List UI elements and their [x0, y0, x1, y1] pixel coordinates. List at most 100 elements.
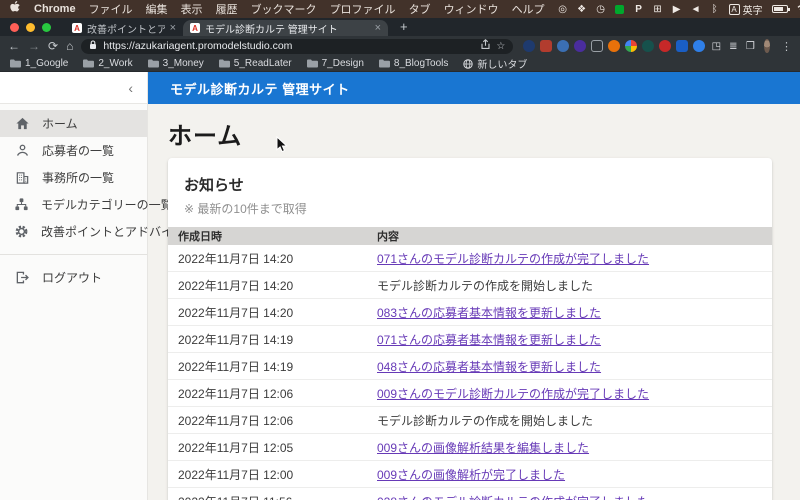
sidebar-item-model-categories[interactable]: モデルカテゴリーの一覧 — [0, 191, 147, 218]
row-content-link[interactable]: 071さんの応募者基本情報を更新しました — [377, 333, 601, 347]
parallels-icon[interactable]: P — [634, 3, 644, 15]
window-controls — [10, 18, 51, 36]
sidebar-item-applicants[interactable]: 応募者の一覧 — [0, 137, 147, 164]
home-icon-toolbar[interactable]: ⌂ — [66, 40, 73, 52]
puzzle-icon[interactable]: ◳ — [710, 40, 722, 52]
purple-ext-icon[interactable] — [574, 40, 586, 52]
playlist-icon[interactable]: ≣ — [727, 40, 739, 52]
tab-karte-admin[interactable]: Aモデル診断カルテ 管理サイト× — [183, 20, 388, 36]
google-icon[interactable] — [625, 40, 637, 52]
row-content-link[interactable]: 009さんの画像解析が完了しました — [377, 468, 565, 482]
menubar-menu-item[interactable]: 履歴 — [216, 1, 238, 17]
row-content-link[interactable]: 048さんの応募者基本情報を更新しました — [377, 360, 601, 374]
row-date: 2022年11月7日 12:06 — [168, 385, 367, 402]
main-area: モデル診断カルテ 管理サイト ホーム お知らせ ※ 最新の10件まで取得 作成日… — [148, 72, 800, 500]
menubar-menu-item[interactable]: プロファイル — [330, 1, 396, 17]
box-icon[interactable]: ❒ — [744, 40, 756, 52]
abp-icon[interactable] — [659, 40, 671, 52]
tab-bar: A改善ポイントとアドバイス | AZU×Aモデル診断カルテ 管理サイト× + — [0, 18, 800, 36]
url-text[interactable]: https://azukariagent.promodelstudio.com — [103, 40, 475, 52]
bluetooth-icon[interactable]: ᛒ — [710, 3, 720, 15]
s-ext-icon[interactable] — [557, 40, 569, 52]
sidebar-item-home[interactable]: ホーム — [0, 110, 147, 137]
bookmark-item[interactable]: 8_BlogTools — [379, 58, 448, 69]
minimize-window-button[interactable] — [26, 23, 35, 32]
table-header-content: 内容 — [367, 228, 772, 244]
close-icon[interactable]: × — [170, 22, 176, 34]
chevron-left-icon[interactable]: ‹ — [128, 80, 133, 96]
folder-icon — [148, 59, 159, 68]
onepassword-icon[interactable] — [523, 40, 535, 52]
frame-icon[interactable] — [591, 40, 603, 52]
row-content-link[interactable]: 028さんのモデル診断カルテの作成が完了しました — [377, 495, 649, 500]
menubar-menu-item[interactable]: 表示 — [181, 1, 203, 17]
grid-icon[interactable]: ⊞ — [653, 3, 663, 15]
orange-ext-icon[interactable] — [608, 40, 620, 52]
forward-icon[interactable]: → — [28, 40, 40, 52]
share-icon[interactable] — [481, 39, 490, 53]
blue-square-icon[interactable] — [676, 40, 688, 52]
sidebar-item-advice[interactable]: 改善ポイントとアドバイス — [0, 218, 147, 245]
bookmark-item[interactable]: 7_Design — [307, 58, 364, 69]
notice-table: 作成日時 内容 2022年11月7日 14:20071さんのモデル診断カルテの作… — [168, 227, 772, 500]
sidebar-item-logout[interactable]: ログアウト — [0, 264, 147, 291]
dropbox-icon[interactable]: ❖ — [577, 3, 587, 15]
red-ext-icon[interactable] — [540, 40, 552, 52]
folder-icon — [219, 59, 230, 68]
notice-note: ※ 最新の10件まで取得 — [184, 200, 756, 217]
bookmark-item[interactable]: 新しいタブ — [463, 56, 527, 71]
teal-ext-icon[interactable] — [642, 40, 654, 52]
reload-icon[interactable]: ⟳ — [48, 40, 58, 52]
row-date: 2022年11月7日 11:56 — [168, 493, 367, 500]
screen: Chrome ファイル編集表示履歴ブックマークプロファイルタブウィンドウヘルプ … — [0, 0, 800, 500]
menubar-menu-item[interactable]: 編集 — [146, 1, 168, 17]
menubar-menu-item[interactable]: ウィンドウ — [444, 1, 499, 17]
zoom-window-button[interactable] — [42, 23, 51, 32]
table-header-date: 作成日時 — [168, 228, 367, 244]
clock-icon[interactable]: ◷ — [596, 3, 606, 15]
blue-circle-icon[interactable] — [693, 40, 705, 52]
home-icon — [14, 116, 30, 132]
row-content-link[interactable]: 071さんのモデル診断カルテの作成が完了しました — [377, 252, 649, 266]
tab-advice[interactable]: A改善ポイントとアドバイス | AZU× — [65, 20, 183, 36]
bookmark-item[interactable]: 2_Work — [83, 58, 132, 69]
menubar-menu-item[interactable]: ヘルプ — [512, 1, 545, 17]
menubar-menu-item[interactable]: ブックマーク — [251, 1, 317, 17]
row-content-link[interactable]: 009さんのモデル診断カルテの作成が完了しました — [377, 387, 649, 401]
back-icon[interactable]: ← — [8, 40, 20, 52]
table-row: 2022年11月7日 14:20071さんのモデル診断カルテの作成が完了しました — [168, 245, 772, 272]
menubar-status-area: ◎❖◷P⊞▶◄ᛒ A英字 12月23日(金) 14:36 — [558, 2, 800, 17]
record-icon[interactable]: ◎ — [558, 3, 568, 15]
row-content-link[interactable]: 009さんの画像解析結果を編集しました — [377, 441, 589, 455]
battery-icon[interactable] — [772, 3, 788, 15]
bookmark-star-icon[interactable]: ☆ — [496, 41, 505, 52]
wifi-icon[interactable] — [797, 3, 800, 15]
browser-menu-icon[interactable]: ⋮ — [781, 40, 792, 53]
sidebar-item-offices[interactable]: 事務所の一覧 — [0, 164, 147, 191]
menubar-menu-item[interactable]: ファイル — [89, 1, 133, 17]
row-content-link[interactable]: 083さんの応募者基本情報を更新しました — [377, 306, 601, 320]
profile-avatar[interactable] — [764, 39, 770, 53]
bookmark-item[interactable]: 3_Money — [148, 58, 204, 69]
bookmark-item[interactable]: 1_Google — [10, 58, 68, 69]
play-icon[interactable]: ▶ — [672, 3, 682, 15]
close-window-button[interactable] — [10, 23, 19, 32]
lock-icon — [89, 40, 97, 53]
table-row: 2022年11月7日 12:00009さんの画像解析が完了しました — [168, 461, 772, 488]
apple-logo-icon[interactable] — [10, 1, 21, 17]
close-icon[interactable]: × — [375, 22, 381, 34]
person-icon — [14, 143, 30, 159]
volume-icon[interactable]: ◄ — [691, 3, 701, 15]
bookmark-item[interactable]: 5_ReadLater — [219, 58, 292, 69]
browser-toolbar: ← → ⟳ ⌂ https://azukariagent.promodelstu… — [0, 36, 800, 56]
row-date: 2022年11月7日 14:20 — [168, 304, 367, 321]
extension-icons: ◳ ≣ ❒ — [523, 40, 756, 52]
site-favicon: A — [190, 23, 200, 33]
menubar-menu-item[interactable]: タブ — [409, 1, 431, 17]
row-content-text: モデル診断カルテの作成を開始しました — [377, 279, 593, 293]
evernote-icon[interactable] — [615, 3, 625, 15]
new-tab-button[interactable]: + — [400, 19, 408, 34]
address-bar[interactable]: https://azukariagent.promodelstudio.com … — [81, 39, 513, 54]
input-source-icon[interactable]: A英字 — [729, 3, 763, 15]
menubar-app-name[interactable]: Chrome — [34, 3, 76, 15]
